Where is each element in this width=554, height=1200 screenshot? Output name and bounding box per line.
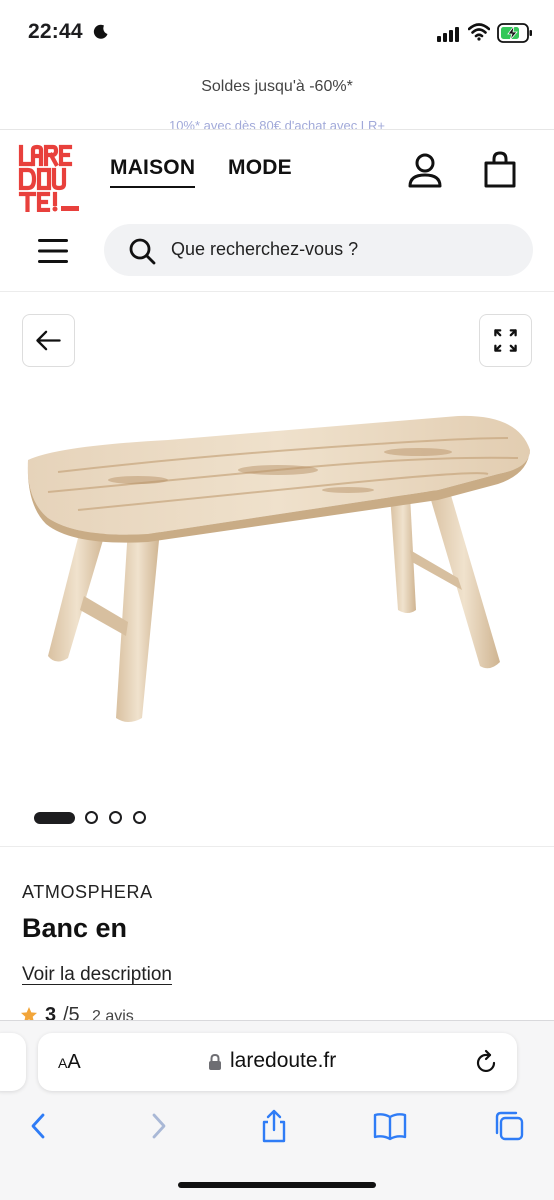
previous-tab-preview[interactable] — [0, 1033, 26, 1091]
battery-charging-icon — [497, 23, 532, 43]
pagination-dot[interactable] — [85, 811, 98, 824]
share-icon[interactable] — [257, 1109, 291, 1143]
fullscreen-button[interactable] — [479, 314, 532, 367]
promo-text: Soldes jusqu'à -60%* — [201, 78, 353, 95]
product-title: Banc en — [22, 913, 128, 943]
bookmarks-icon[interactable] — [373, 1109, 407, 1143]
arrow-left-icon — [36, 330, 61, 351]
wifi-icon — [468, 23, 490, 41]
status-time: 22:44 — [28, 20, 83, 43]
divider — [0, 291, 554, 292]
cellular-signal-icon — [437, 27, 459, 42]
moon-icon — [93, 24, 108, 39]
forward-icon[interactable] — [141, 1109, 175, 1143]
browser-toolbar: AA laredoute.fr — [0, 1020, 554, 1200]
promo-banner[interactable]: Soldes jusqu'à -60%* 10%* avec dès 80€ d… — [0, 66, 554, 130]
text-size-button[interactable]: AA — [58, 1051, 81, 1074]
product-brand[interactable]: ATMOSPHERA — [22, 882, 153, 903]
back-icon[interactable] — [22, 1109, 56, 1143]
tabs-icon[interactable] — [492, 1109, 526, 1143]
home-indicator[interactable] — [178, 1182, 376, 1188]
url-text: laredoute.fr — [230, 1049, 337, 1072]
pagination-dot[interactable] — [109, 811, 122, 824]
pagination-dot[interactable] — [133, 811, 146, 824]
see-description-link[interactable]: Voir la description — [22, 964, 172, 986]
search-bar[interactable]: Que recherchez-vous ? — [104, 224, 533, 276]
search-placeholder: Que recherchez-vous ? — [171, 239, 359, 259]
product-image-wooden-bench[interactable] — [18, 400, 538, 730]
lock-icon — [209, 1053, 221, 1070]
account-icon[interactable] — [406, 151, 444, 189]
expand-icon — [494, 329, 517, 352]
menu-icon[interactable] — [37, 237, 69, 265]
divider — [0, 846, 554, 847]
pagination-dot-active[interactable] — [34, 812, 75, 824]
promo-subtext: 10%* avec dès 80€ d'achat avec LR+ — [168, 118, 386, 130]
shopping-bag-icon[interactable] — [481, 151, 519, 189]
tab-maison[interactable]: MAISON — [110, 156, 196, 188]
reload-icon[interactable] — [475, 1049, 499, 1075]
tab-mode[interactable]: MODE — [228, 156, 292, 180]
la-redoute-logo[interactable] — [18, 144, 82, 212]
address-bar[interactable]: AA laredoute.fr — [38, 1033, 517, 1091]
search-icon — [129, 238, 156, 265]
back-button[interactable] — [22, 314, 75, 367]
status-bar: 22:44 — [0, 0, 554, 66]
